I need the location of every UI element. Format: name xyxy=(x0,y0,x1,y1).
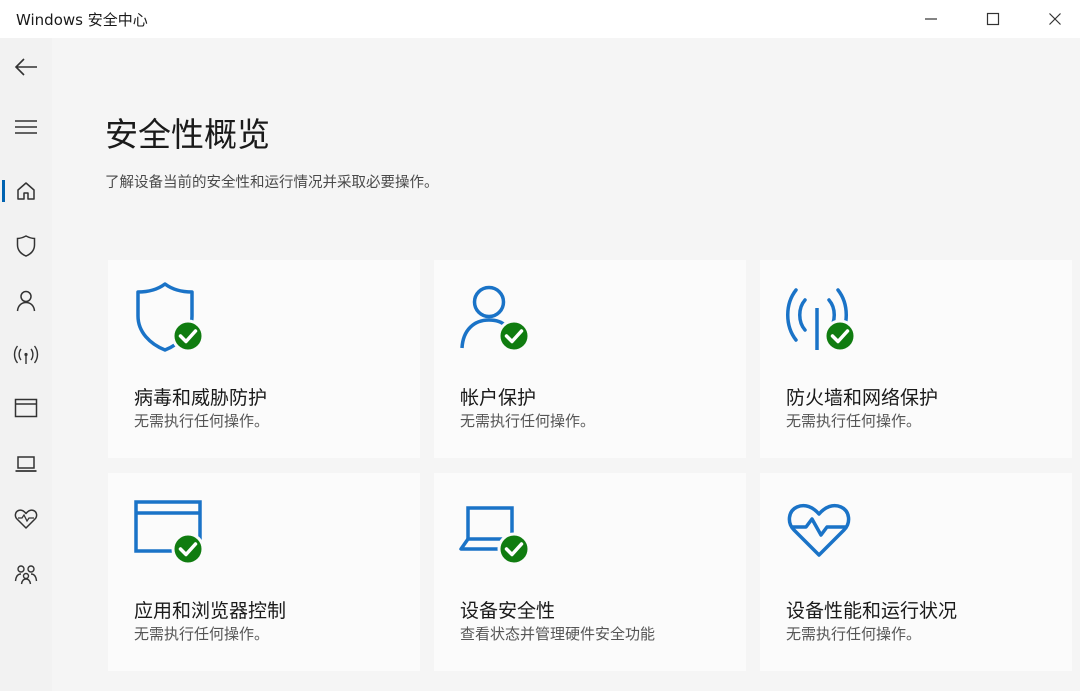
tile-name: 病毒和威胁防护 xyxy=(134,387,268,409)
sidebar-item-app-browser[interactable] xyxy=(0,385,52,431)
tile-virus-threat-protection[interactable]: 病毒和威胁防护 无需执行任何操作。 xyxy=(108,260,420,458)
sidebar-item-home[interactable] xyxy=(0,168,52,214)
tile-name: 设备安全性 xyxy=(460,600,556,622)
tile-status: 查看状态并管理硬件安全功能 xyxy=(460,625,656,643)
title-bar: Windows 安全中心 xyxy=(0,0,1080,38)
laptop-check-icon xyxy=(459,506,531,566)
account-check-icon xyxy=(460,285,531,353)
heart-pulse-icon xyxy=(14,509,38,529)
family-icon xyxy=(14,565,38,585)
wireless-signal-icon xyxy=(13,345,39,364)
tile-device-performance-health[interactable]: 设备性能和运行状况 无需执行任何操作。 xyxy=(760,473,1072,671)
sidebar-item-virus-protection[interactable] xyxy=(0,223,52,269)
back-button[interactable] xyxy=(0,44,52,90)
home-icon xyxy=(17,182,35,200)
tile-status: 无需执行任何操作。 xyxy=(134,412,270,430)
hamburger-menu-icon xyxy=(15,120,37,134)
minimize-button[interactable] xyxy=(900,0,962,38)
shield-icon xyxy=(16,235,36,257)
main-content: 安全性概览 了解设备当前的安全性和运行情况并采取必要操作。 病毒和威胁防护 无需… xyxy=(52,38,1080,691)
minimize-icon xyxy=(925,18,937,20)
tile-status: 无需执行任何操作。 xyxy=(134,625,270,643)
tile-status: 无需执行任何操作。 xyxy=(786,412,922,430)
tile-status: 无需执行任何操作。 xyxy=(786,625,922,643)
menu-button[interactable] xyxy=(0,104,52,150)
laptop-icon xyxy=(15,456,37,472)
firewall-antenna-check-icon xyxy=(786,288,857,353)
person-icon xyxy=(16,290,36,312)
page-title: 安全性概览 xyxy=(105,115,270,154)
tile-account-protection[interactable]: 帐户保护 无需执行任何操作。 xyxy=(434,260,746,458)
maximize-icon xyxy=(986,12,1000,26)
tile-name: 应用和浏览器控制 xyxy=(134,600,287,622)
tile-name: 设备性能和运行状况 xyxy=(786,600,958,622)
sidebar-item-device-health[interactable] xyxy=(0,496,52,542)
page-subtitle: 了解设备当前的安全性和运行情况并采取必要操作。 xyxy=(105,175,439,191)
tile-status: 无需执行任何操作。 xyxy=(460,412,596,430)
tile-device-security[interactable]: 设备安全性 查看状态并管理硬件安全功能 xyxy=(434,473,746,671)
app-browser-icon xyxy=(14,398,38,418)
heart-pulse-icon xyxy=(787,503,851,557)
shield-check-icon xyxy=(136,282,205,353)
sidebar-item-account[interactable] xyxy=(0,278,52,324)
close-icon xyxy=(1049,13,1061,25)
tile-app-browser-control[interactable]: 应用和浏览器控制 无需执行任何操作。 xyxy=(108,473,420,671)
sidebar-item-firewall[interactable] xyxy=(0,332,52,378)
sidebar-item-device-security[interactable] xyxy=(0,441,52,487)
tile-name: 帐户保护 xyxy=(460,387,537,409)
sidebar-item-family[interactable] xyxy=(0,551,52,597)
sidebar xyxy=(0,38,52,691)
close-button[interactable] xyxy=(1024,0,1080,38)
app-window-check-icon xyxy=(134,500,205,566)
window-title: Windows 安全中心 xyxy=(16,11,148,29)
back-arrow-icon xyxy=(14,58,37,76)
tile-name: 防火墙和网络保护 xyxy=(786,387,939,409)
tile-firewall-network-protection[interactable]: 防火墙和网络保护 无需执行任何操作。 xyxy=(760,260,1072,458)
maximize-button[interactable] xyxy=(962,0,1024,38)
